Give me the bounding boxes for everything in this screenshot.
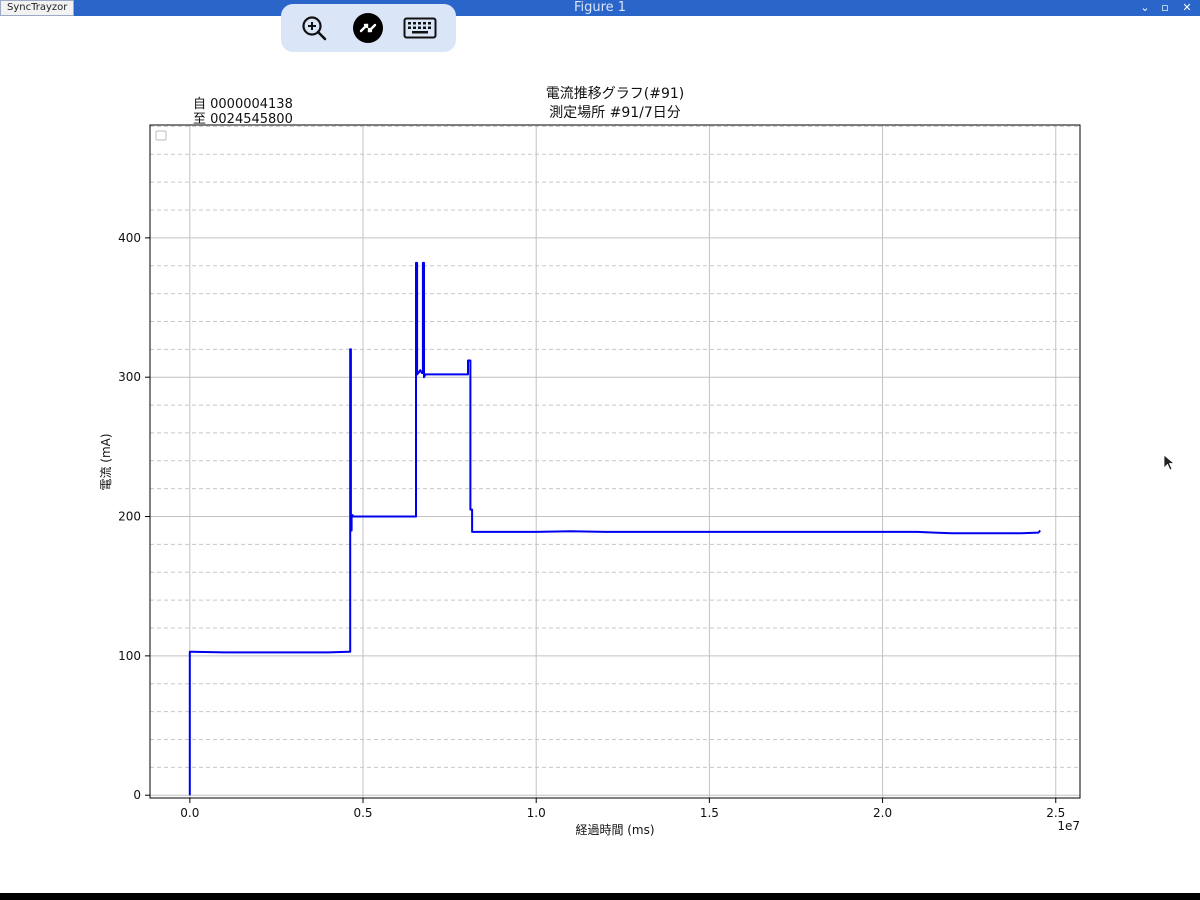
- x-tick-label: 0.0: [180, 806, 199, 820]
- range-from-label: 自 0000004138: [193, 97, 293, 112]
- y-tick-label: 0: [133, 788, 141, 802]
- y-tick-label: 400: [118, 231, 141, 245]
- y-axis-label: 電流 (mA): [99, 433, 113, 490]
- chart-title-line1: 電流推移グラフ(#91): [546, 86, 684, 102]
- major-grid: [150, 125, 1080, 798]
- x-offset-label: 1e7: [1057, 819, 1080, 833]
- y-tick-label: 300: [118, 370, 141, 384]
- x-tick-label: 1.0: [527, 806, 546, 820]
- mouse-cursor-icon: [1163, 454, 1175, 471]
- legend-box: [155, 130, 167, 141]
- x-tick-label: 2.0: [873, 806, 892, 820]
- x-axis-label: 経過時間 (ms): [575, 823, 654, 837]
- range-to-label: 至 0024545800: [193, 112, 293, 127]
- series-layer: [188, 261, 1041, 796]
- y-tick-label: 100: [118, 649, 141, 663]
- x-tick-label: 0.5: [353, 806, 372, 820]
- x-tick-label: 2.5: [1046, 806, 1065, 820]
- series-line: [188, 261, 1041, 796]
- y-tick-label: 200: [118, 510, 141, 524]
- taskbar-edge: [0, 893, 1200, 900]
- ticks-layer: 0 100 200 300 400 0.0 0.5 1.0 1.5 2.0 2.5: [118, 231, 1065, 820]
- plot-frame: [149, 124, 1081, 799]
- chart-title-line2: 測定場所 #91/7日分: [549, 105, 681, 121]
- minor-grid: [150, 125, 1080, 768]
- chart-figure: 0 100 200 300 400 0.0 0.5 1.0 1.5 2.0 2.5 電流推移グラフ(…: [99, 86, 1081, 837]
- x-tick-label: 1.5: [700, 806, 719, 820]
